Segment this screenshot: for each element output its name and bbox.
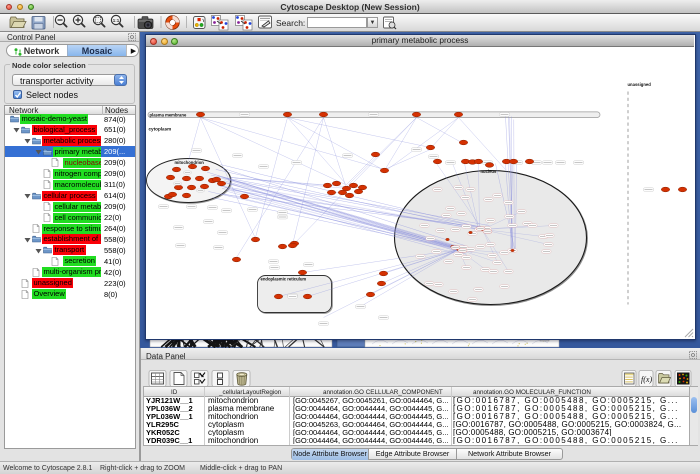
svg-text:plasma membrane: plasma membrane xyxy=(150,113,187,118)
svg-text:endoplasmic reticulum: endoplasmic reticulum xyxy=(261,277,307,282)
svg-text:unassigned: unassigned xyxy=(628,82,652,87)
svg-text:cytoplasm: cytoplasm xyxy=(149,127,172,132)
svg-text:mitochondrion: mitochondrion xyxy=(175,160,205,165)
svg-text:nucleus: nucleus xyxy=(481,169,497,174)
svg-text:1:1: 1:1 xyxy=(113,18,120,23)
svg-text:f(x): f(x) xyxy=(641,375,652,384)
